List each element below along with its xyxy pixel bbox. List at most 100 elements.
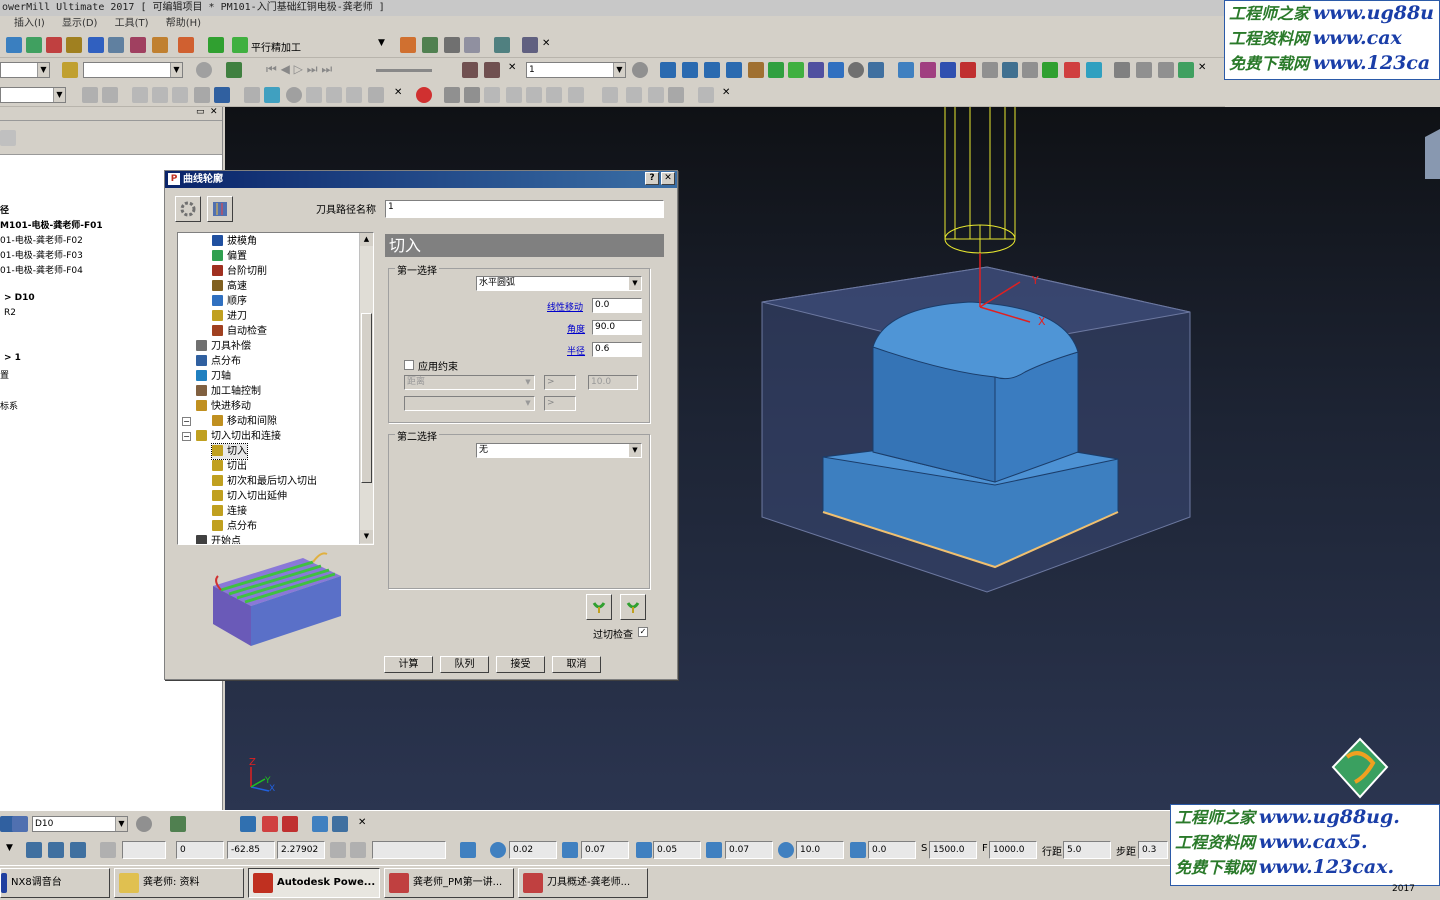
tree-item[interactable]: 开始点 [196,534,241,544]
pin-icon[interactable] [1136,62,1152,78]
tolerance-field[interactable]: 0.02 [509,841,557,859]
sim-speed-slider[interactable] [376,69,432,72]
pen-icon[interactable] [1114,62,1130,78]
view-cube[interactable] [1425,129,1440,179]
gray-tool-14-icon[interactable] [546,87,562,103]
close-toolbar-icon[interactable]: ✕ [542,38,550,49]
gray-tool-13-icon[interactable] [526,87,542,103]
calculate-button[interactable]: 计算 [384,656,433,673]
gray-tool-1-icon[interactable] [82,87,98,103]
gray-tool-5-icon[interactable] [172,87,188,103]
close-toolbar2-icon[interactable]: ✕ [508,62,516,73]
flag-icon[interactable] [214,87,230,103]
explorer-item[interactable]: M101-电极-龚老师-F01 [0,218,103,231]
ruler-icon[interactable] [464,37,480,53]
explorer-item[interactable]: 01-电极-龚老师-F02 [0,233,83,246]
close-panel-icon[interactable]: ✕ [210,107,218,117]
coord-grid-icon[interactable] [330,842,346,858]
queue-button[interactable]: 队列 [440,656,489,673]
tree-item[interactable]: 偏置 [212,249,247,264]
copy-leadout-icon[interactable] [620,594,646,620]
points-icon[interactable] [960,62,976,78]
explorer-item[interactable]: R2 [4,308,16,318]
wire-icon[interactable] [788,62,804,78]
toolpath-name-input[interactable]: 1 [385,200,664,218]
taskbar-item-active[interactable]: Autodesk Powe... [248,868,380,898]
scroll-down-icon[interactable]: ▼ [360,530,373,543]
help-button[interactable]: ? [645,172,659,185]
rotate-icon[interactable] [264,87,280,103]
status-tool2-icon[interactable] [170,816,186,832]
workplane2-icon[interactable] [48,842,64,858]
chevron-down-icon[interactable]: ▼ [378,38,385,48]
gray-tool-4-icon[interactable] [152,87,168,103]
measure-icon[interactable] [1002,62,1018,78]
list-icon[interactable] [444,37,460,53]
tree-item[interactable]: 切入切出延伸 [212,489,287,504]
view-top-icon[interactable] [682,62,698,78]
view-right-icon[interactable] [726,62,742,78]
tool-list-icon[interactable] [12,816,28,832]
feature-icon[interactable] [108,37,124,53]
tree-item[interactable]: 刀轴 [196,369,231,384]
second-choice-select[interactable]: 无 ▼ [476,443,642,458]
explorer-item[interactable]: 置 [0,368,9,381]
diameter-field[interactable]: 10.0 [796,841,844,859]
bulb-icon[interactable] [196,62,212,78]
gray-tool-19-icon[interactable] [698,87,714,103]
view-zoom-icon[interactable] [748,62,764,78]
tree-item[interactable]: 点分布 [212,519,257,534]
magnet-icon[interactable] [1158,62,1174,78]
chevron-down-icon[interactable]: ▼ [6,843,13,853]
tree-item[interactable]: 自动检查 [212,324,267,339]
coord-snap-icon[interactable] [350,842,366,858]
tree-collapse-toggle[interactable]: − [182,432,191,441]
gray-tool-9-icon[interactable] [444,87,460,103]
gray-ball-icon[interactable] [286,87,302,103]
taskbar-item[interactable]: 龚老师: 资料 [114,868,244,898]
tool-combo[interactable]: ▼ [83,62,183,78]
status-edit-icon[interactable] [240,816,256,832]
toolpath-icon[interactable] [88,37,104,53]
status-scissors-icon[interactable] [332,816,348,832]
stepdown-field[interactable]: 0.3 [1138,841,1168,859]
taskbar-item[interactable]: 龚老师_PM第一讲... [384,868,514,898]
gray-tool-11-icon[interactable] [484,87,500,103]
status-apply-icon[interactable] [282,816,298,832]
menu-display[interactable]: 显示(D) [62,18,98,29]
redo-icon[interactable] [346,87,362,103]
explorer-item[interactable]: 径 [0,203,9,216]
surface-icon[interactable] [940,62,956,78]
status-tool-combo[interactable]: D10 ▼ [32,816,128,832]
stepover-field[interactable]: 5.0 [1063,841,1111,859]
view-icon[interactable] [522,37,538,53]
coord-z-field[interactable]: 2.27902 [277,841,325,859]
arrow-icon[interactable] [1022,62,1038,78]
gray-tool-10-icon[interactable] [464,87,480,103]
toolpath-preview-icon[interactable] [207,196,233,222]
status-pen-icon[interactable] [312,816,328,832]
tree-item[interactable]: 初次和最后切入切出 [212,474,317,489]
spindle-field[interactable]: 1500.0 [929,841,977,859]
axial-field[interactable]: 0.05 [653,841,701,859]
taskbar-item[interactable]: 刀具概述-龚老师... [518,868,648,898]
first-choice-select[interactable]: 水平圆弧 ▼ [476,276,642,291]
tree-item[interactable]: 快进移动 [196,399,251,414]
explorer-item[interactable]: 01-电极-龚老师-F03 [0,248,83,261]
delete-icon[interactable] [368,87,384,103]
tree-item[interactable]: 顺序 [212,294,247,309]
coord-x-field[interactable]: 0 [176,841,224,859]
tree-item[interactable]: 切入 [211,443,248,460]
explorer-item[interactable]: > D10 [4,293,35,303]
gray-tool-16-icon[interactable] [602,87,618,103]
tree-item[interactable]: 切入切出和连接 [196,429,281,444]
gray-tool-15-icon[interactable] [568,87,584,103]
undo-icon[interactable] [326,87,342,103]
close-toolbar5-icon[interactable]: ✕ [722,87,730,98]
copy-leadin-icon[interactable] [586,594,612,620]
menu-help[interactable]: 帮助(H) [166,18,201,29]
home-icon[interactable] [178,37,194,53]
sim-icon[interactable] [226,62,242,78]
gray-tool-6-icon[interactable] [194,87,210,103]
combo-left-2[interactable]: ▼ [0,87,66,103]
